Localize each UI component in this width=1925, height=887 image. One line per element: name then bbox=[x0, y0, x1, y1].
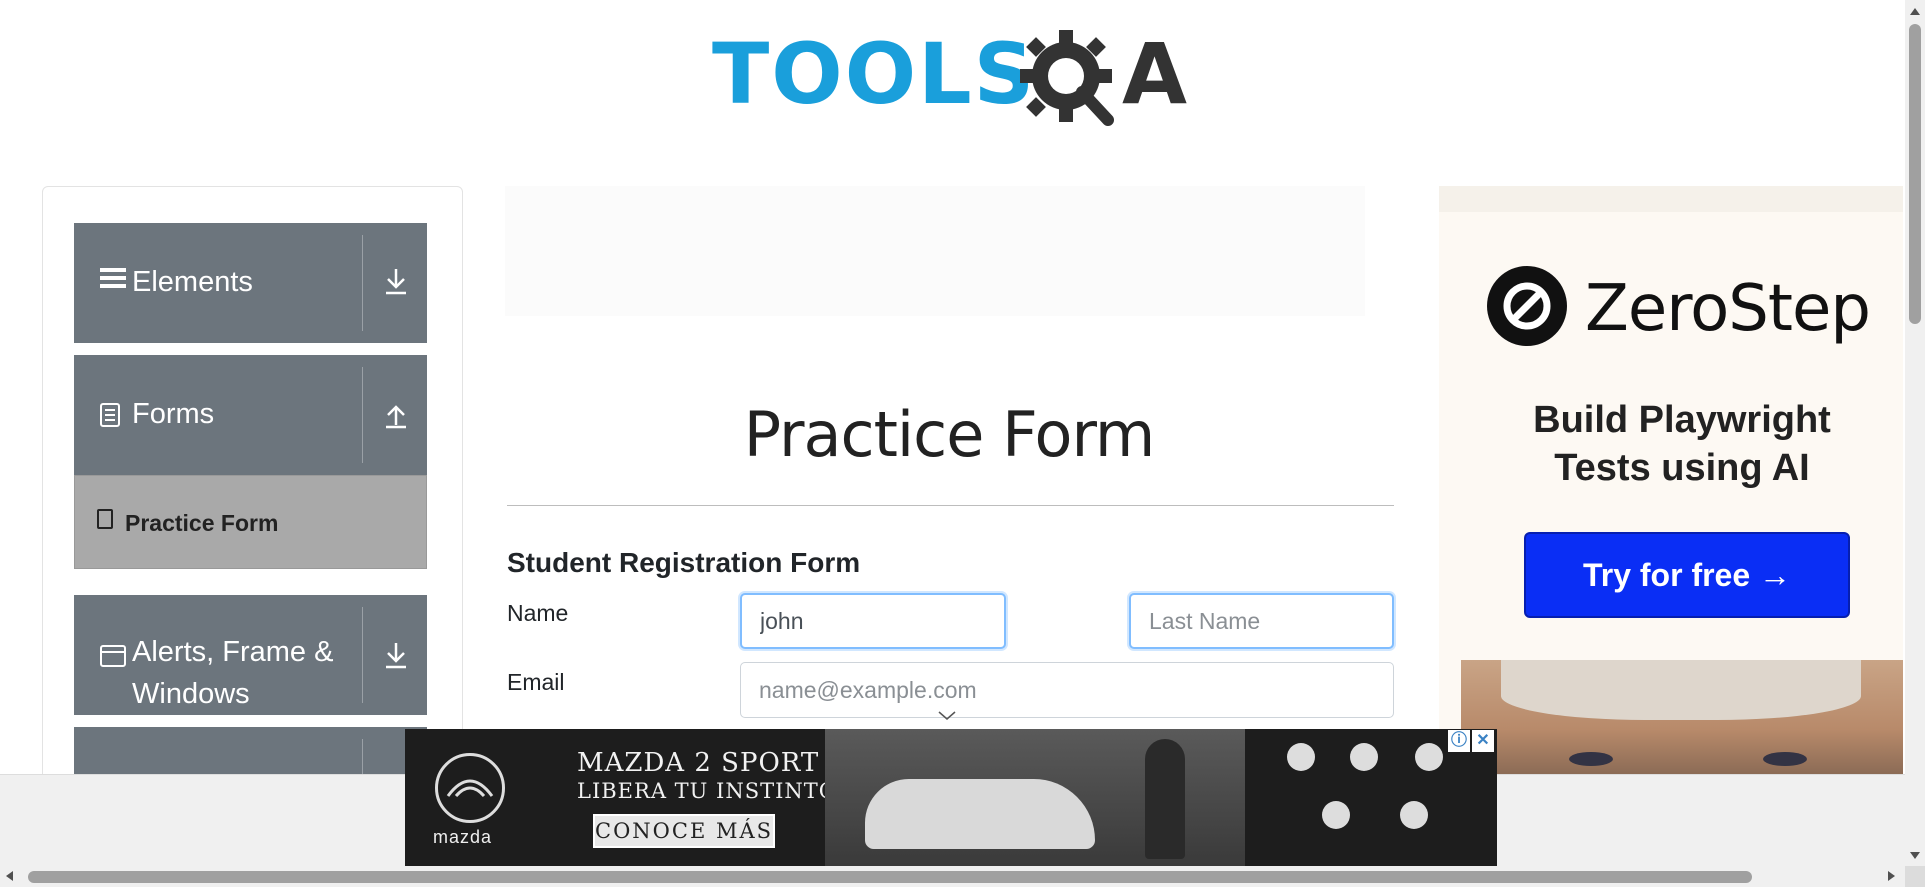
logo-text: TOOLS bbox=[712, 25, 1037, 123]
group-header-elements[interactable]: Elements bbox=[74, 223, 427, 343]
group-header-forms[interactable]: Forms bbox=[74, 355, 427, 475]
ad-cta-button[interactable]: Try for free → bbox=[1524, 532, 1850, 618]
ad-photo-eye bbox=[1569, 752, 1613, 766]
vertical-scrollbar[interactable] bbox=[1905, 0, 1925, 866]
menu-item-practice-form[interactable]: Practice Form bbox=[74, 475, 427, 569]
first-name-input[interactable] bbox=[740, 593, 1006, 649]
scroll-down-icon[interactable] bbox=[1910, 852, 1920, 859]
name-label: Name bbox=[507, 600, 569, 626]
html5-icon bbox=[97, 509, 113, 529]
menu-item-label: Practice Form bbox=[125, 510, 279, 536]
title-divider bbox=[507, 505, 1394, 506]
ad-brand: mazda bbox=[433, 827, 493, 847]
window-icon bbox=[100, 645, 126, 672]
ad-photo bbox=[1461, 660, 1903, 776]
feature-icon bbox=[1350, 743, 1378, 771]
car-image bbox=[865, 779, 1095, 849]
horizontal-scrollbar[interactable] bbox=[0, 866, 1905, 887]
faded-banner bbox=[505, 186, 1365, 316]
divider bbox=[362, 607, 363, 703]
feature-icon bbox=[1415, 743, 1443, 771]
feature-icon bbox=[1322, 801, 1350, 829]
ad-tagline-line1: Build Playwright bbox=[1533, 399, 1831, 441]
ad-photo-eye bbox=[1763, 752, 1807, 766]
toolsqa-logo[interactable]: TOOLS A bbox=[712, 20, 1194, 138]
ad-controls: ⓘ ✕ bbox=[1448, 730, 1494, 752]
ad-headline-line2: LIBERA TU INSTINTO bbox=[577, 779, 837, 803]
download-arrow-icon bbox=[374, 641, 418, 676]
page-title: Practice Form bbox=[743, 398, 1156, 471]
scrollbar-corner bbox=[1905, 866, 1925, 887]
ad-top-strip bbox=[1439, 186, 1903, 212]
divider bbox=[362, 235, 363, 331]
scroll-up-icon[interactable] bbox=[1910, 8, 1920, 15]
download-arrow-icon bbox=[374, 267, 418, 302]
document-icon bbox=[100, 403, 120, 432]
ad-close-icon[interactable]: ✕ bbox=[1472, 730, 1494, 752]
logo-suffix: A bbox=[1122, 25, 1188, 123]
zerostep-logo-icon bbox=[1487, 266, 1567, 346]
ad-info-icon[interactable]: ⓘ bbox=[1448, 730, 1470, 752]
ad-brand: ZeroStep bbox=[1585, 272, 1871, 346]
group-label: Forms bbox=[132, 398, 215, 430]
scroll-right-icon[interactable] bbox=[1888, 871, 1895, 881]
ad-cta-button[interactable]: CONOCE MÁS bbox=[593, 814, 775, 848]
chevron-down-icon[interactable] bbox=[938, 711, 956, 721]
ad-photo-hair bbox=[1501, 660, 1861, 720]
divider bbox=[362, 367, 363, 463]
ad-zerostep[interactable]: ZeroStep Build Playwright Tests using AI… bbox=[1439, 186, 1903, 776]
scrollbar-thumb[interactable] bbox=[28, 871, 1752, 883]
form-heading: Student Registration Form bbox=[507, 547, 861, 578]
scroll-left-icon[interactable] bbox=[6, 871, 13, 881]
group-header-alerts-frame-windows[interactable]: Alerts, Frame & Windows bbox=[74, 595, 427, 715]
gear-icon bbox=[1020, 30, 1114, 126]
last-name-input[interactable] bbox=[1129, 593, 1394, 649]
group-label: Alerts, Frame & bbox=[132, 636, 334, 668]
ad-headline-line1: MAZDA 2 SPORT bbox=[577, 748, 820, 778]
group-label: Elements bbox=[132, 266, 253, 298]
feature-icon bbox=[1400, 801, 1428, 829]
page: TOOLS A Elements Forms Practice Form Ale… bbox=[0, 0, 1925, 887]
person-image bbox=[1145, 739, 1185, 859]
email-label: Email bbox=[507, 669, 565, 695]
ad-mazda[interactable]: mazda MAZDA 2 SPORT LIBERA TU INSTINTO C… bbox=[405, 729, 1497, 866]
scrollbar-thumb[interactable] bbox=[1909, 24, 1921, 324]
email-input[interactable] bbox=[740, 662, 1394, 718]
hamburger-icon bbox=[100, 265, 126, 296]
feature-icon bbox=[1287, 743, 1315, 771]
ad-headline: MAZDA 2 SPORT LIBERA TU INSTINTO bbox=[577, 749, 837, 805]
upload-arrow-icon bbox=[374, 401, 418, 436]
ad-tagline-line2: Tests using AI bbox=[1554, 447, 1810, 489]
ad-tagline: Build Playwright Tests using AI bbox=[1439, 396, 1903, 492]
group-label-line2: Windows bbox=[132, 678, 250, 710]
mazda-logo-icon bbox=[435, 753, 505, 823]
